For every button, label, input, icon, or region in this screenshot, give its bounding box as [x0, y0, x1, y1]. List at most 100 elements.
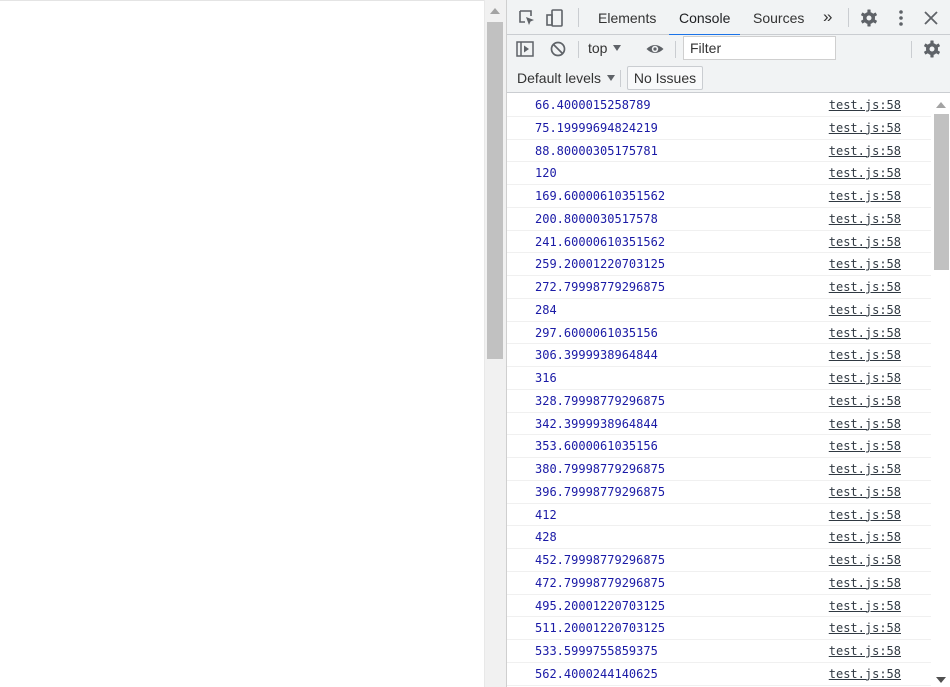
page-scrollbar-thumb[interactable] — [487, 22, 503, 359]
close-icon[interactable] — [921, 8, 941, 28]
console-source-link[interactable]: test.js:58 — [829, 303, 901, 317]
toolbar-divider — [911, 41, 912, 58]
console-message-value: 342.3999938964844 — [535, 416, 658, 431]
devtools-tabbar: Elements Console Sources » — [507, 0, 950, 36]
settings-gear-icon[interactable] — [859, 8, 879, 28]
console-message-row: 316 test.js:58 — [507, 367, 931, 390]
console-message-row: 562.4000244140625 test.js:58 — [507, 663, 931, 686]
console-source-link[interactable]: test.js:58 — [829, 621, 901, 635]
toolbar-divider — [848, 8, 849, 27]
console-message-row: 342.3999938964844 test.js:58 — [507, 413, 931, 436]
dropdown-arrow-icon — [613, 45, 622, 51]
dropdown-arrow-icon — [607, 75, 616, 81]
clear-console-icon[interactable] — [548, 39, 568, 59]
page-scrollbar[interactable] — [484, 0, 506, 687]
console-message-row: 200.8000030517578 test.js:58 — [507, 208, 931, 231]
console-message-value: 533.5999755859375 — [535, 644, 658, 658]
console-message-value: 297.6000061035156 — [535, 325, 658, 340]
console-scrollbar[interactable] — [931, 94, 950, 687]
console-source-link[interactable]: test.js:58 — [829, 98, 901, 112]
devtools-panel: Elements Console Sources » top Filter De… — [506, 0, 950, 687]
console-message-value: 284 — [535, 302, 557, 317]
console-message-value: 169.60000610351562 — [535, 189, 666, 203]
console-message-value: 380.79998779296875 — [535, 462, 666, 476]
toolbar-divider — [620, 70, 621, 87]
console-toolbar: top — [507, 35, 950, 64]
scroll-up-arrow-icon[interactable] — [490, 8, 500, 14]
console-source-link[interactable]: test.js:58 — [829, 553, 901, 567]
console-source-link[interactable]: test.js:58 — [829, 189, 901, 203]
console-message-value: 88.80000305175781 — [535, 143, 658, 158]
browser-window: Elements Console Sources » top Filter De… — [0, 0, 950, 687]
console-source-link[interactable]: test.js:58 — [829, 576, 901, 590]
tab-sources[interactable]: Sources — [743, 0, 814, 35]
console-message-row: 380.79998779296875 test.js:58 — [507, 458, 931, 481]
tab-console[interactable]: Console — [669, 0, 741, 36]
issues-button[interactable]: No Issues — [627, 66, 703, 90]
console-source-link[interactable]: test.js:58 — [829, 599, 901, 613]
console-message-row: 66.4000015258789 test.js:58 — [507, 94, 931, 117]
kebab-menu-icon[interactable] — [891, 8, 911, 28]
console-scrollbar-thumb[interactable] — [934, 114, 949, 270]
console-message-row: 452.79998779296875 test.js:58 — [507, 549, 931, 572]
console-message-row: 472.79998779296875 test.js:58 — [507, 572, 931, 595]
console-message-value: 452.79998779296875 — [535, 553, 666, 567]
console-source-link[interactable]: test.js:58 — [829, 348, 901, 362]
console-message-value: 316 — [535, 371, 557, 385]
console-message-value: 495.20001220703125 — [535, 598, 666, 613]
console-message-row: 495.20001220703125 test.js:58 — [507, 595, 931, 618]
console-source-link[interactable]: test.js:58 — [829, 667, 901, 681]
console-message-row: 306.3999938964844 test.js:58 — [507, 344, 931, 367]
console-message-row: 120 test.js:58 — [507, 162, 931, 185]
inspect-element-icon[interactable] — [517, 8, 537, 28]
console-message-value: 472.79998779296875 — [535, 575, 666, 590]
filter-input[interactable] — [683, 36, 836, 60]
console-source-link[interactable]: test.js:58 — [829, 462, 901, 476]
console-message-value: 272.79998779296875 — [535, 280, 666, 294]
console-source-link[interactable]: test.js:58 — [829, 280, 901, 294]
page-viewport — [0, 0, 484, 687]
toolbar-divider — [578, 41, 579, 58]
console-source-link[interactable]: test.js:58 — [829, 417, 901, 431]
scroll-up-arrow-icon[interactable] — [936, 102, 946, 108]
log-levels-dropdown[interactable]: Default levels — [517, 70, 616, 86]
console-message-value: 396.79998779296875 — [535, 484, 666, 499]
device-toolbar-icon[interactable] — [545, 8, 565, 28]
console-source-link[interactable]: test.js:58 — [829, 235, 901, 249]
console-source-link[interactable]: test.js:58 — [829, 121, 901, 135]
console-message-value: 75.19999694824219 — [535, 120, 658, 135]
console-source-link[interactable]: test.js:58 — [829, 485, 901, 499]
console-message-row: 272.79998779296875 test.js:58 — [507, 276, 931, 299]
console-source-link[interactable]: test.js:58 — [829, 530, 901, 544]
console-message-row: 75.19999694824219 test.js:58 — [507, 117, 931, 140]
console-message-row: 284 test.js:58 — [507, 299, 931, 322]
console-message-value: 66.4000015258789 — [535, 98, 651, 112]
console-message-row: 88.80000305175781 test.js:58 — [507, 140, 931, 163]
console-source-link[interactable]: test.js:58 — [829, 166, 901, 180]
console-settings-gear-icon[interactable] — [922, 39, 942, 59]
console-toolbar-secondary: Default levels No Issues — [507, 64, 950, 93]
context-selector[interactable]: top — [588, 40, 622, 56]
console-source-link[interactable]: test.js:58 — [829, 371, 901, 385]
console-messages: 66.4000015258789 test.js:58 75.19999694824… — [507, 94, 931, 687]
console-source-link[interactable]: test.js:58 — [829, 257, 901, 271]
console-source-link[interactable]: test.js:58 — [829, 144, 901, 158]
scroll-down-arrow-icon[interactable] — [936, 677, 946, 683]
console-source-link[interactable]: test.js:58 — [829, 439, 901, 453]
console-message-value: 412 — [535, 507, 557, 522]
console-source-link[interactable]: test.js:58 — [829, 508, 901, 522]
tab-elements[interactable]: Elements — [588, 0, 666, 35]
console-message-value: 120 — [535, 166, 557, 181]
console-message-value: 200.8000030517578 — [535, 211, 658, 226]
console-message-row: 511.20001220703125 test.js:58 — [507, 617, 931, 640]
console-source-link[interactable]: test.js:58 — [829, 394, 901, 408]
console-message-value: 353.6000061035156 — [535, 439, 658, 454]
console-source-link[interactable]: test.js:58 — [829, 212, 901, 226]
console-message-row: 353.6000061035156 test.js:58 — [507, 435, 931, 458]
live-expression-eye-icon[interactable] — [645, 39, 665, 59]
toggle-sidebar-icon[interactable] — [515, 39, 535, 59]
console-source-link[interactable]: test.js:58 — [829, 644, 901, 658]
console-message-value: 306.3999938964844 — [535, 348, 658, 363]
console-source-link[interactable]: test.js:58 — [829, 326, 901, 340]
more-tabs-icon[interactable]: » — [813, 0, 842, 35]
